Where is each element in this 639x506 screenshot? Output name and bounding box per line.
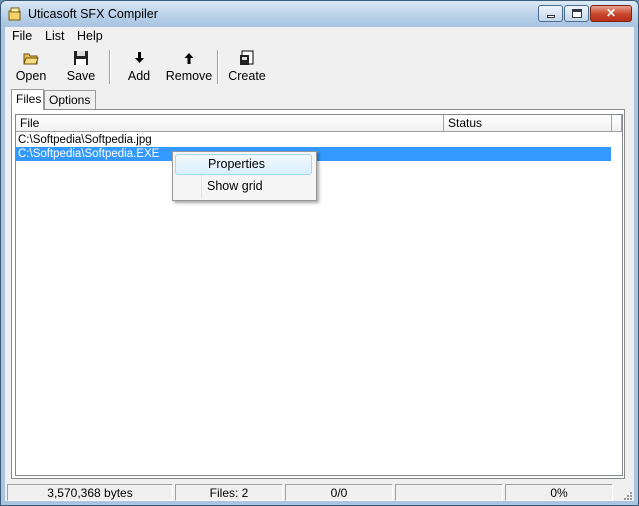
- status-ratio: 0/0: [285, 484, 393, 501]
- toolbar: Open Save Add Remove Create: [5, 46, 634, 88]
- arrow-up-icon: [184, 53, 194, 64]
- toolbar-separator: [109, 50, 111, 84]
- open-button[interactable]: Open: [13, 50, 49, 86]
- add-label: Add: [127, 69, 151, 83]
- status-files: Files: 2: [175, 484, 283, 501]
- tab-files[interactable]: Files: [11, 89, 44, 110]
- maximize-icon: [572, 9, 582, 18]
- context-menu-properties[interactable]: Properties: [175, 154, 312, 175]
- create-button[interactable]: Create: [227, 50, 267, 86]
- toolbar-separator: [217, 50, 219, 84]
- close-button[interactable]: ✕: [590, 5, 632, 22]
- status-empty: [395, 484, 503, 501]
- file-list[interactable]: File Status C:\Softpedia\Softpedia.jpg C…: [15, 114, 623, 476]
- close-icon: ✕: [605, 6, 617, 20]
- column-header-file[interactable]: File: [16, 115, 444, 132]
- floppy-disk-icon: [74, 51, 88, 65]
- maximize-button[interactable]: [564, 5, 589, 22]
- status-bytes: 3,570,368 bytes: [7, 484, 173, 501]
- remove-label: Remove: [165, 69, 213, 83]
- window-controls: ✕: [537, 5, 632, 22]
- menu-list[interactable]: List: [45, 29, 64, 43]
- status-bar: 3,570,368 bytes Files: 2 0/0 0%: [5, 483, 634, 502]
- compile-icon: [240, 50, 254, 65]
- minimize-button[interactable]: [538, 5, 563, 22]
- column-header-filler: [612, 115, 622, 132]
- resize-grip-icon[interactable]: [623, 491, 633, 501]
- menu-help[interactable]: Help: [77, 29, 103, 43]
- add-button[interactable]: Add: [123, 50, 155, 86]
- list-item-file: C:\Softpedia\Softpedia.EXE: [18, 148, 160, 160]
- main-window: Uticasoft SFX Compiler ✕ File List Help …: [0, 0, 639, 506]
- context-menu-show-grid[interactable]: Show grid: [175, 176, 312, 197]
- status-percent: 0%: [505, 484, 613, 501]
- remove-button[interactable]: Remove: [165, 50, 213, 86]
- open-folder-icon: [23, 53, 39, 65]
- tab-options[interactable]: Options: [44, 90, 96, 109]
- client-area: File List Help Open Save Add Remove Crea…: [5, 27, 634, 501]
- context-menu: Properties Show grid: [172, 151, 317, 201]
- minimize-icon: [547, 15, 555, 18]
- create-label: Create: [228, 69, 266, 83]
- list-item[interactable]: C:\Softpedia\Softpedia.jpg: [16, 133, 438, 147]
- window-title: Uticasoft SFX Compiler: [28, 7, 158, 21]
- open-label: Open: [15, 69, 47, 83]
- save-button[interactable]: Save: [63, 50, 99, 86]
- arrow-down-icon: [135, 52, 144, 63]
- title-bar[interactable]: Uticasoft SFX Compiler ✕: [1, 1, 638, 27]
- files-panel: File Status C:\Softpedia\Softpedia.jpg C…: [11, 109, 625, 479]
- save-label: Save: [66, 69, 96, 83]
- app-icon: [8, 7, 21, 21]
- column-header-status[interactable]: Status: [444, 115, 612, 132]
- menu-file[interactable]: File: [12, 29, 32, 43]
- menu-bar: File List Help: [5, 27, 634, 46]
